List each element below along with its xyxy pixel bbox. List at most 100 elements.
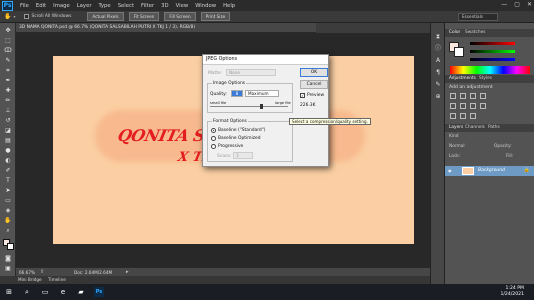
minimize-icon[interactable]: — [501,1,507,8]
blend-mode-select[interactable]: Normal [449,144,465,149]
tab-styles[interactable]: Styles [479,76,492,81]
paragraph-panel-icon[interactable]: ¶ [434,69,442,77]
document-tab[interactable]: 3D NAMA QONITA.psd @ 66.7% (QONITA SALSA… [16,23,316,33]
green-slider[interactable] [470,50,515,53]
scans-select[interactable]: 3 [233,152,253,159]
radio-progressive[interactable] [211,144,216,149]
menu-select[interactable]: Select [118,3,134,9]
gradient-tool-icon[interactable]: ▤ [3,137,13,145]
quality-preset-select[interactable]: Maximum [245,90,279,97]
quality-slider-thumb[interactable] [260,104,263,109]
layer-filter-kind[interactable]: Kind [449,134,458,139]
eraser-tool-icon[interactable]: ◪ [3,127,13,135]
blur-tool-icon[interactable]: ● [3,147,13,155]
menu-help[interactable]: Help [223,3,235,9]
menu-image[interactable]: Image [53,3,70,9]
blue-slider[interactable] [470,58,515,61]
close-icon[interactable]: ✕ [527,1,532,8]
color-spectrum-ramp[interactable] [450,66,530,74]
photoshop-taskbar-icon[interactable]: Ps [94,287,104,297]
ok-button[interactable]: OK [300,68,328,77]
menu-3d[interactable]: 3D [161,3,168,9]
menu-filter[interactable]: Filter [141,3,154,9]
character-panel-icon[interactable]: A [434,57,442,65]
clone-stamp-tool-icon[interactable]: ⊥ [3,107,13,115]
color-balance-adjust-icon[interactable] [470,103,476,109]
posterize-adjust-icon[interactable] [460,113,466,119]
curves-adjust-icon[interactable] [470,93,476,99]
windows-start-icon[interactable]: ⊞ [4,287,14,297]
path-selection-tool-icon[interactable]: ➤ [3,187,13,195]
tab-mini-bridge[interactable]: Mini Bridge [18,277,42,282]
dodge-tool-icon[interactable]: ◐ [3,157,13,165]
tab-swatches[interactable]: Swatches [465,30,486,35]
vibrance-adjust-icon[interactable] [450,103,456,109]
dialog-titlebar[interactable]: JPEG Options [203,55,328,65]
crop-tool-icon[interactable]: ⌗ [3,67,13,75]
matte-select[interactable]: None [226,69,276,76]
quality-slider[interactable] [210,104,288,109]
tab-timeline[interactable]: Timeline [48,277,66,282]
search-icon[interactable]: ⌕ [22,287,32,297]
shape-tool-icon[interactable]: ▭ [3,197,13,205]
3d-tool-icon[interactable]: ◈ [3,207,13,215]
screen-mode-icon[interactable]: ▣ [3,265,13,273]
cancel-button[interactable]: Cancel [300,80,328,89]
export-icon[interactable]: ⇪ [40,269,44,275]
file-explorer-icon[interactable]: ▰ [76,287,86,297]
tool-preset-chevron-icon[interactable]: ▾ [13,14,15,19]
preview-checkbox[interactable]: ✓ [300,93,305,98]
print-size-button[interactable]: Print Size [200,12,231,21]
brush-panel-icon[interactable]: ✎ [434,81,442,89]
lasso-tool-icon[interactable]: ↀ [3,47,13,55]
hand-tool-icon[interactable]: ✋ [3,217,13,225]
exposure-adjust-icon[interactable] [480,93,486,99]
background-color-swatch[interactable] [7,243,14,250]
brightness-adjust-icon[interactable] [450,93,456,99]
red-slider[interactable] [470,42,515,45]
edge-icon[interactable]: e [58,287,68,297]
healing-brush-tool-icon[interactable]: ✚ [3,87,13,95]
zoom-level[interactable]: 66.67% [19,270,35,275]
lock-icon[interactable]: 🔒 [524,167,530,173]
fill-screen-button[interactable]: Fill Screen [164,12,196,21]
zoom-tool-icon[interactable]: ⌕ [3,227,13,235]
menu-window[interactable]: Window [195,3,216,9]
visibility-eye-icon[interactable]: ◉ [448,168,453,173]
layer-row-background[interactable]: ◉ Background 🔒 [445,166,534,176]
tab-paths[interactable]: Paths [488,125,500,130]
invert-adjust-icon[interactable] [450,113,456,119]
quick-mask-icon[interactable]: ◙ [3,255,13,263]
menu-view[interactable]: View [176,3,189,9]
task-view-icon[interactable]: ▭ [40,287,50,297]
tab-color[interactable]: Color [449,30,460,35]
menu-file[interactable]: File [20,3,29,9]
radio-baseline-optimized[interactable] [211,136,216,141]
info-arrow-icon[interactable]: ▸ [126,269,129,275]
scroll-all-windows-checkbox[interactable] [23,14,29,19]
black-white-adjust-icon[interactable] [480,103,486,109]
menu-layer[interactable]: Layer [77,3,92,9]
pen-tool-icon[interactable]: ✐ [3,167,13,175]
hue-saturation-adjust-icon[interactable] [460,103,466,109]
levels-adjust-icon[interactable] [460,93,466,99]
actual-pixels-button[interactable]: Actual Pixels [87,12,124,21]
tab-layers[interactable]: Layers [449,125,463,130]
menu-type[interactable]: Type [99,3,111,9]
properties-panel-icon[interactable]: ⓘ [434,45,442,53]
marquee-tool-icon[interactable]: ⬚ [3,37,13,45]
type-tool-icon[interactable]: T [3,177,13,185]
quick-select-tool-icon[interactable]: ✎ [3,57,13,65]
radio-baseline-standard[interactable] [211,128,216,133]
brush-tool-icon[interactable]: ✏ [3,97,13,105]
maximize-icon[interactable]: ▢ [514,1,520,8]
panel-background-swatch[interactable] [454,47,464,57]
quality-input[interactable]: 8 [231,90,243,97]
fit-screen-button[interactable]: Fit Screen [128,12,160,21]
tab-adjustments[interactable]: Adjustments [449,76,476,81]
clone-source-panel-icon[interactable]: ⊕ [434,93,442,101]
workspace-select[interactable]: Essentials [458,13,498,21]
history-brush-tool-icon[interactable]: ↺ [3,117,13,125]
menu-edit[interactable]: Edit [36,3,46,9]
history-panel-icon[interactable]: ⧗ [434,33,442,41]
